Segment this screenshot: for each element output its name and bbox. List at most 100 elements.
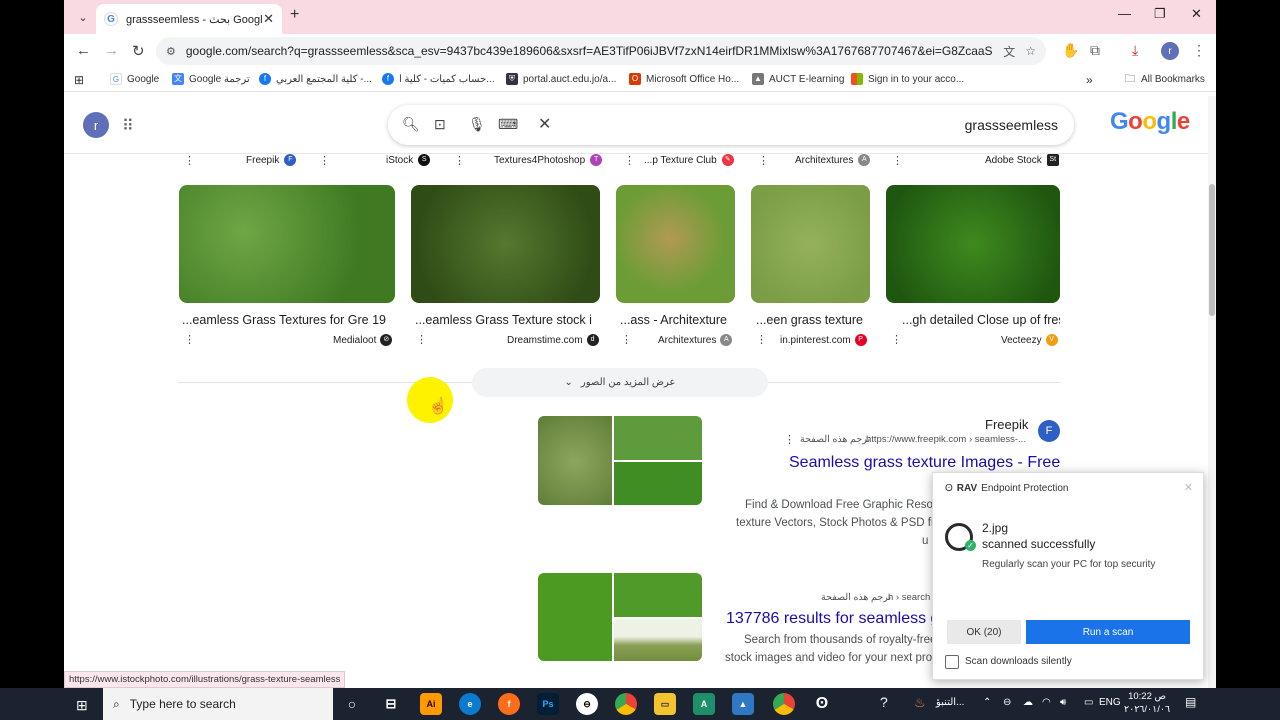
image-caption-4[interactable]: ...een grass texture (756, 313, 870, 327)
more-options-icon[interactable]: ⋮ (784, 433, 795, 446)
app-icon[interactable]: ⊖ (576, 693, 598, 715)
illustrator-icon[interactable]: Ai (420, 693, 442, 715)
profile-avatar[interactable]: r (1161, 42, 1179, 60)
firefox-icon[interactable]: f (498, 693, 520, 715)
source-textures4photoshop[interactable]: Textures4Photoshop T (494, 154, 603, 166)
volume-icon[interactable]: 🔊︎ (1060, 697, 1066, 708)
more-options-icon[interactable]: ⋮ (184, 333, 195, 346)
image-result-5[interactable] (886, 185, 1060, 303)
scan-silently-checkbox[interactable] (945, 655, 959, 669)
run-scan-button[interactable]: Run a scan (1026, 620, 1190, 644)
more-options-icon[interactable]: ⋮ (891, 333, 902, 346)
translate-link[interactable]: ترجم هذه الصفحة (821, 592, 891, 603)
wifi-icon[interactable]: ◠ (1042, 697, 1051, 708)
bookmark-college-fb[interactable]: f كلية المجتمع العربي -... (259, 73, 372, 85)
chrome-icon[interactable] (615, 693, 637, 715)
address-url[interactable]: google.com/search?q=grassseemless&sca_es… (186, 44, 993, 58)
result-site-name[interactable]: Freepik (985, 417, 1028, 432)
result-cite[interactable]: https://www.freepik.com › seamless-... (866, 434, 1026, 445)
result-title-link[interactable]: Seamless grass texture Images - Free (789, 454, 1060, 472)
more-options-icon[interactable]: ⋮ (319, 154, 330, 167)
image-source-5[interactable]: Vecteezy V (1001, 334, 1058, 346)
bookmark-quantities-fb[interactable]: f حساب كميات - كلية ا... (382, 73, 495, 85)
image-caption-3[interactable]: ...ass - Architexture (620, 313, 735, 327)
source-texture-club[interactable]: ...p Texture Club ✎ (644, 154, 734, 166)
more-options-icon[interactable]: ⋮ (621, 333, 632, 346)
image-caption-5[interactable]: ...gh detailed Close up of fres (902, 313, 1060, 327)
hand-icon[interactable]: ✋ (1062, 42, 1079, 59)
source-architextures[interactable]: Architextures A (795, 154, 871, 166)
apps-grid-icon[interactable]: ⊞ (74, 73, 84, 87)
minimize-icon[interactable]: — (1118, 6, 1131, 21)
avatar[interactable]: r (83, 112, 109, 138)
menu-kebab-icon[interactable]: ⋮ (1192, 42, 1206, 59)
windows-start-icon[interactable]: ⊞ (76, 697, 88, 714)
vertical-scrollbar[interactable] (1208, 96, 1216, 688)
tab-google-search[interactable]: G grassseemless - بحث Google ✕ (96, 4, 282, 34)
show-more-images-button[interactable]: ⌄ عرض المزيد من الصور (472, 368, 768, 397)
cloud-icon[interactable]: ☁ (1023, 697, 1033, 708)
autocad-icon[interactable]: A (693, 693, 715, 715)
battery-icon[interactable]: ▭ (1084, 697, 1093, 708)
bookmark-portal[interactable]: ⛨ portal.auct.edu.jo/a... (506, 73, 616, 85)
search-icon[interactable]: 🔍︎ (402, 116, 420, 133)
translate-page-icon[interactable]: 文 (1003, 43, 1015, 60)
more-options-icon[interactable]: ⋮ (758, 154, 769, 167)
more-options-icon[interactable]: ⋮ (624, 154, 635, 167)
bookmark-microsoft-signin[interactable]: Sign in to your acco... (851, 73, 964, 85)
tab-search-icon[interactable]: ⌄ (72, 6, 94, 28)
file-explorer-icon[interactable]: ▭ (654, 693, 676, 715)
edge-icon[interactable]: e (459, 693, 481, 715)
image-source-1[interactable]: Medialoot ⊘ (333, 334, 393, 346)
weather-text[interactable]: التنبؤ... (936, 697, 964, 708)
rav-tray-app-icon[interactable]: ʘ (811, 693, 833, 715)
bookmark-google[interactable]: G Google (110, 73, 159, 85)
translate-link[interactable]: ترجم هذه الصفحة (800, 434, 870, 445)
result-thumbnail-1[interactable] (538, 416, 702, 505)
extensions-puzzle-icon[interactable]: ⧉ (1090, 42, 1100, 59)
overflow-chevron-icon[interactable]: » (1086, 73, 1093, 87)
weather-icon[interactable]: ♨ (914, 695, 926, 711)
window-close-icon[interactable]: ✕ (1191, 6, 1202, 22)
image-caption-1[interactable]: ...eamless Grass Textures for Gre 19 (182, 313, 394, 327)
keyboard-icon[interactable]: ⌨ (498, 116, 518, 133)
close-icon[interactable]: ✕ (263, 11, 274, 27)
ok-button[interactable]: OK (20) (947, 620, 1021, 644)
image-result-4[interactable] (751, 185, 870, 303)
download-icon[interactable]: ⤓ (1132, 42, 1138, 59)
site-info-icon[interactable]: ⚙ (166, 45, 176, 58)
help-icon[interactable]: ? (880, 694, 888, 710)
more-options-icon[interactable]: ⋮ (184, 154, 195, 167)
new-tab-plus-icon[interactable]: + (290, 6, 299, 24)
photos-icon[interactable]: ▲ (732, 693, 754, 715)
google-logo[interactable]: Google (1110, 108, 1190, 136)
result-thumbnail-2[interactable] (538, 573, 702, 661)
image-result-3[interactable] (616, 185, 735, 303)
network-icon[interactable]: ⊖ (1003, 697, 1011, 708)
back-arrow-icon[interactable]: ← (76, 42, 91, 59)
bookmark-elearning[interactable]: ▲ AUCT E-learning (752, 73, 844, 85)
all-bookmarks[interactable]: 🗀 All Bookmarks (1124, 73, 1205, 85)
google-apps-icon[interactable]: ⠿ (122, 116, 134, 136)
image-source-2[interactable]: Dreamstime.com d (507, 334, 599, 346)
microphone-icon[interactable]: 🎙︎ (468, 116, 486, 133)
chrome-active-icon[interactable] (773, 693, 795, 715)
chevron-up-icon[interactable]: ⌃ (983, 697, 991, 708)
more-options-icon[interactable]: ⋮ (756, 333, 767, 346)
address-bar[interactable]: ⚙ google.com/search?q=grassseemless&sca_… (156, 37, 1046, 65)
source-freepik[interactable]: Freepik F (246, 154, 297, 166)
image-source-3[interactable]: Architextures A (658, 334, 733, 346)
reload-icon[interactable]: ↻ (132, 42, 145, 60)
forward-arrow-icon[interactable]: → (104, 42, 119, 59)
result-title-link[interactable]: 137786 results for seamless g (726, 610, 939, 628)
bookmark-star-icon[interactable]: ☆ (1025, 44, 1036, 58)
search-input[interactable]: grassseemless (965, 117, 1058, 133)
widgets-icon[interactable]: ⊟ (380, 693, 402, 715)
source-adobe-stock[interactable]: Adobe Stock St (985, 154, 1059, 166)
clear-search-icon[interactable]: ✕ (538, 114, 551, 134)
task-view-icon[interactable]: ○ (341, 693, 363, 715)
photoshop-icon[interactable]: Ps (537, 693, 559, 715)
image-caption-2[interactable]: ...eamless Grass Texture stock i (415, 313, 601, 327)
search-box[interactable]: 🔍︎ ⊡ 🎙︎ ⌨ ✕ grassseemless (388, 105, 1074, 145)
bookmark-translate[interactable]: 文 Google ترجمة (172, 73, 250, 85)
